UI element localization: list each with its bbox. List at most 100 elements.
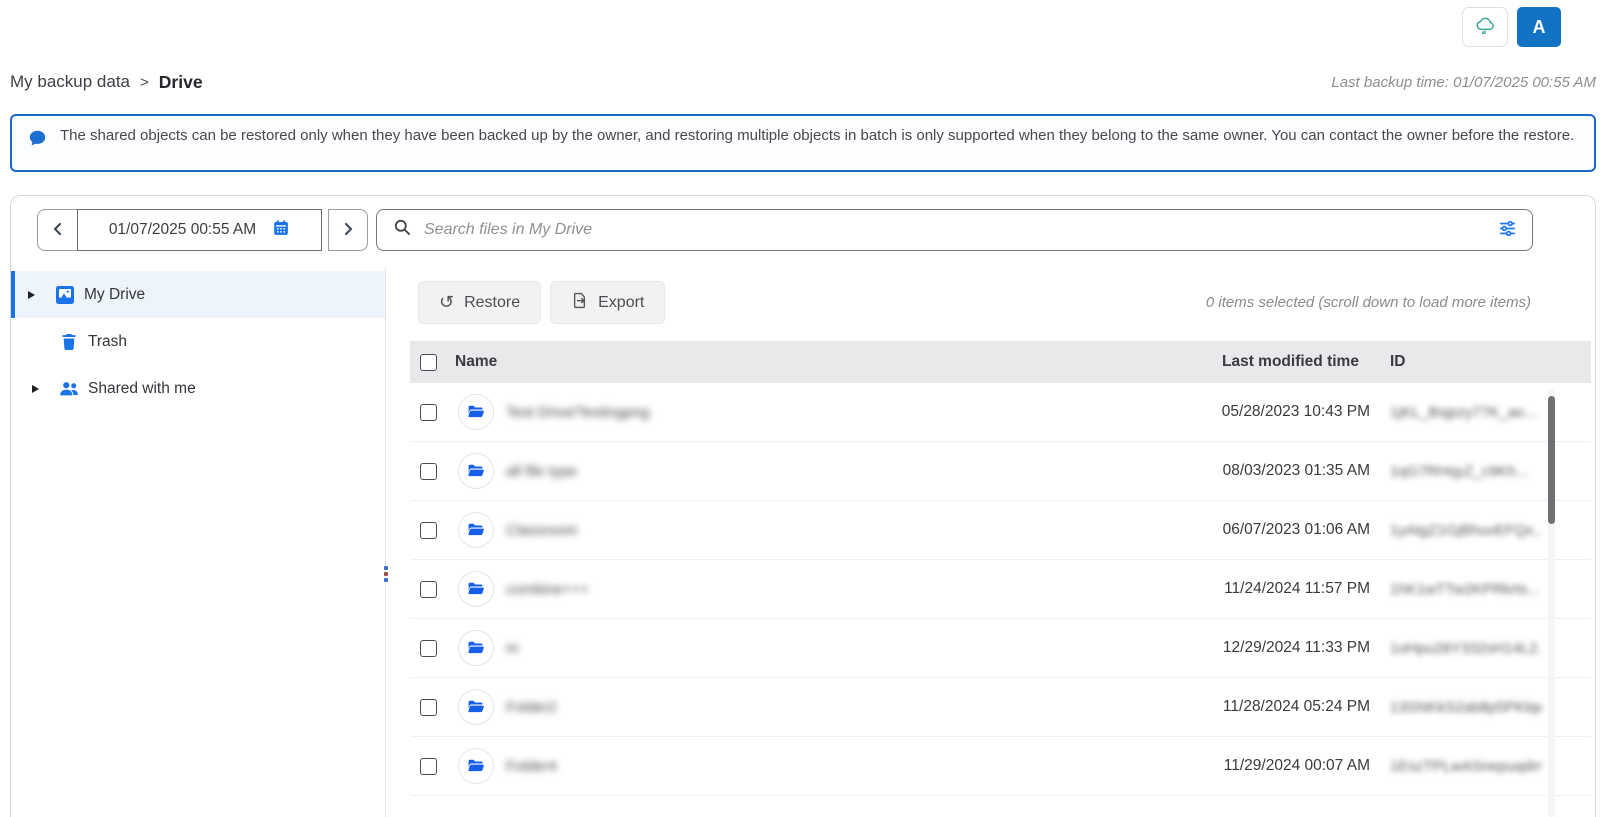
banner-message: The shared objects can be restored only … xyxy=(60,125,1574,170)
breadcrumb: My backup data > Drive xyxy=(10,72,203,93)
table-row[interactable]: combine+++ 11/24/2024 11:57 PM 1hK1wTTw2… xyxy=(410,560,1591,619)
file-name[interactable]: Folder4 xyxy=(506,758,557,775)
file-id: 1qG7RHqyZ_c9Kh... xyxy=(1390,463,1542,480)
trash-icon xyxy=(59,333,79,351)
chevron-left-icon xyxy=(50,221,66,240)
file-id: 1oHpu28Y332sH14L2... xyxy=(1390,640,1542,657)
last-modified-time: 11/28/2024 05:24 PM xyxy=(1170,698,1370,716)
drive-icon xyxy=(55,286,75,304)
row-checkbox[interactable] xyxy=(420,404,437,421)
cloud-sync-icon xyxy=(1473,14,1498,40)
sidebar-item-my-drive[interactable]: My Drive xyxy=(11,271,385,318)
next-backup-button[interactable] xyxy=(328,209,368,251)
table-rows: Test Drive/Testingpng 05/28/2023 10:43 P… xyxy=(410,383,1591,817)
cloud-sync-button[interactable] xyxy=(1462,7,1508,47)
last-modified-time: 06/07/2023 01:06 AM xyxy=(1170,521,1370,539)
export-button-label: Export xyxy=(598,294,644,312)
restore-button[interactable]: ↺ Restore xyxy=(418,281,541,324)
row-checkbox[interactable] xyxy=(420,463,437,480)
breadcrumb-current: Drive xyxy=(159,72,203,93)
table-row[interactable]: Folder2 11/28/2024 05:24 PM 13SNKkS2ab8p… xyxy=(410,678,1591,737)
export-icon xyxy=(571,292,588,314)
avatar[interactable]: A xyxy=(1517,7,1561,47)
chevron-right-icon xyxy=(340,221,356,240)
restore-button-label: Restore xyxy=(464,294,520,312)
file-name[interactable]: combine+++ xyxy=(506,581,589,598)
top-actions: A xyxy=(1462,7,1561,47)
action-row: ↺ Restore Export 0 items s xyxy=(418,281,1595,324)
last-modified-time: 11/24/2024 11:57 PM xyxy=(1170,580,1370,598)
file-id: 1EszTPLwASnepuqdm... xyxy=(1390,758,1542,775)
column-header-last-modified: Last modified time xyxy=(1222,353,1359,371)
folder-icon xyxy=(458,512,494,548)
main-card: 01/07/2025 00:55 AM xyxy=(10,195,1596,817)
select-all-checkbox[interactable] xyxy=(420,354,437,371)
table-row[interactable]: Classroom 06/07/2023 01:06 AM 1yAtgZ1GjB… xyxy=(410,501,1591,560)
folder-icon xyxy=(458,689,494,725)
comment-icon xyxy=(28,129,47,170)
backup-app-screen: A My backup data > Drive Last backup tim… xyxy=(0,0,1606,817)
file-id: 1jKL_Bsjpzy77K_ao... xyxy=(1390,404,1542,421)
file-id: 1yAtgZ1GjBhuvEFQx... xyxy=(1390,522,1542,539)
last-modified-time: 08/03/2023 01:35 AM xyxy=(1170,462,1370,480)
row-checkbox[interactable] xyxy=(420,699,437,716)
selection-status: 0 items selected (scroll down to load mo… xyxy=(1206,281,1531,324)
table-row[interactable]: m 12/29/2024 11:33 PM 1oHpu28Y332sH14L2.… xyxy=(410,619,1591,678)
file-id: 13SNKkS2ab8p5PKlqw... xyxy=(1390,699,1542,716)
sidebar-item-shared-with-me[interactable]: Shared with me xyxy=(11,365,385,412)
table-row[interactable]: Folder4 11/29/2024 00:07 AM 1EszTPLwASne… xyxy=(410,737,1591,796)
file-name[interactable]: all file type xyxy=(506,463,577,480)
export-button[interactable]: Export xyxy=(550,281,665,324)
table-scrollbar-thumb[interactable] xyxy=(1548,396,1555,524)
restore-icon: ↺ xyxy=(439,294,454,312)
content-split: My Drive Trash xyxy=(11,268,1595,817)
filter-sliders-icon xyxy=(1497,218,1518,242)
file-name[interactable]: Classroom xyxy=(506,522,578,539)
last-backup-time: Last backup time: 01/07/2025 00:55 AM xyxy=(1331,74,1596,91)
breadcrumb-root[interactable]: My backup data xyxy=(10,72,130,92)
sidebar-item-label: My Drive xyxy=(84,286,145,304)
search-filter-button[interactable] xyxy=(1497,218,1518,242)
previous-backup-button[interactable] xyxy=(37,209,77,251)
column-header-id: ID xyxy=(1390,353,1406,371)
breadcrumb-separator: > xyxy=(140,74,149,91)
file-list-pane: ↺ Restore Export 0 items s xyxy=(386,268,1595,817)
folder-tree-sidebar: My Drive Trash xyxy=(11,268,386,817)
backup-date-picker[interactable]: 01/07/2025 00:55 AM xyxy=(77,209,322,251)
breadcrumb-row: My backup data > Drive Last backup time:… xyxy=(10,66,1596,98)
last-modified-time: 05/28/2023 10:43 PM xyxy=(1170,403,1370,421)
file-name[interactable]: Folder2 xyxy=(506,699,557,716)
folder-icon xyxy=(458,748,494,784)
last-modified-time: 12/29/2024 11:33 PM xyxy=(1170,639,1370,657)
row-checkbox[interactable] xyxy=(420,522,437,539)
backup-date-value: 01/07/2025 00:55 AM xyxy=(109,221,256,239)
folder-icon xyxy=(458,453,494,489)
backup-date-navigator: 01/07/2025 00:55 AM xyxy=(37,209,368,251)
column-header-name: Name xyxy=(455,353,497,371)
calendar-icon xyxy=(272,219,290,242)
sidebar-item-label: Shared with me xyxy=(88,380,196,398)
expand-caret-icon[interactable] xyxy=(28,291,42,299)
folder-icon xyxy=(458,571,494,607)
people-icon xyxy=(59,380,79,397)
file-name[interactable]: Test Drive/Testingpng xyxy=(506,404,649,421)
search-box xyxy=(376,209,1533,251)
table-header: Name Last modified time ID xyxy=(410,341,1591,383)
folder-icon xyxy=(458,394,494,430)
sidebar-item-label: Trash xyxy=(88,333,127,351)
search-input[interactable] xyxy=(424,221,1485,239)
avatar-label: A xyxy=(1533,17,1546,38)
row-checkbox[interactable] xyxy=(420,640,437,657)
search-icon xyxy=(393,218,412,242)
info-banner: The shared objects can be restored only … xyxy=(10,114,1596,172)
file-id: 1hK1wTTw2KPRkrts... xyxy=(1390,581,1542,598)
row-checkbox[interactable] xyxy=(420,758,437,775)
sidebar-item-trash[interactable]: Trash xyxy=(11,318,385,365)
table-row[interactable]: all file type 08/03/2023 01:35 AM 1qG7RH… xyxy=(410,442,1591,501)
expand-caret-icon[interactable] xyxy=(32,385,46,393)
file-name[interactable]: m xyxy=(506,640,519,657)
table-scrollbar-track[interactable] xyxy=(1548,389,1555,817)
table-row[interactable]: Test Drive/Testingpng 05/28/2023 10:43 P… xyxy=(410,383,1591,442)
controls-row: 01/07/2025 00:55 AM xyxy=(37,209,1533,251)
row-checkbox[interactable] xyxy=(420,581,437,598)
